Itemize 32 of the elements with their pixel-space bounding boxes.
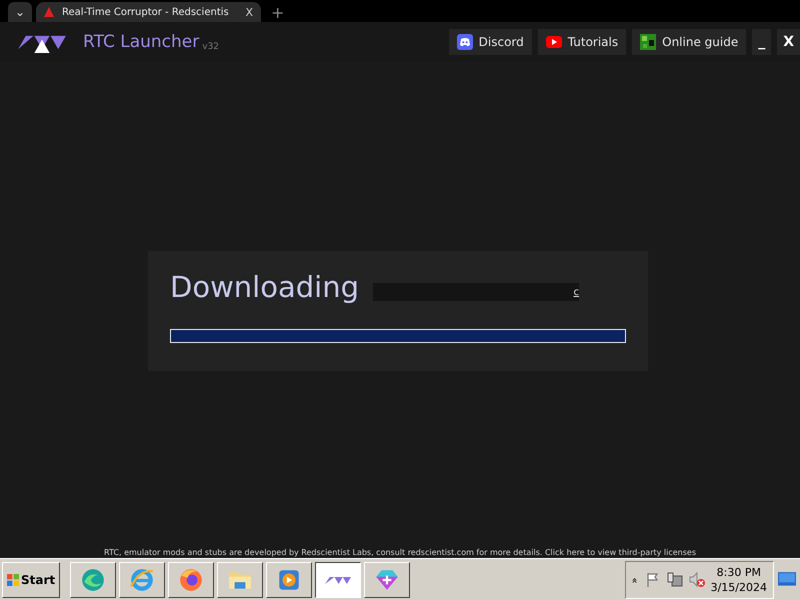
taskbar-app-button[interactable] [315, 562, 362, 598]
tab-list-button[interactable]: ⌄ [8, 2, 32, 22]
minimize-button[interactable]: _ [752, 29, 772, 55]
internet-explorer-icon [129, 567, 156, 593]
footer-text: RTC, emulator mods and stubs are developed by Redscientist Labs, consult redscientist.com for more details. Click here to view third-party licenses [104, 548, 696, 558]
muted-speaker-icon[interactable] [688, 572, 705, 588]
new-tab-button[interactable]: + [265, 4, 290, 22]
start-button[interactable]: Start [2, 562, 60, 598]
status-text: c [574, 286, 579, 298]
blocks-icon [640, 34, 656, 50]
play-icon [546, 34, 562, 50]
clock[interactable]: 8:30 PM 3/15/2024 [710, 565, 767, 595]
triangle-icon [44, 7, 54, 17]
browser-icon [80, 567, 106, 593]
youtube-button[interactable]: Tutorials [538, 29, 626, 55]
browser-tab[interactable]: Real-Time Corruptor - Redscientis X [36, 2, 261, 22]
download-title: Downloading [170, 269, 359, 305]
discord-button[interactable]: Discord [448, 29, 532, 55]
app-title: RTC Launcher [83, 32, 200, 52]
close-tab-button[interactable]: X [245, 6, 253, 18]
guide-button[interactable]: Online guide [632, 29, 746, 55]
windows-icon [7, 574, 19, 586]
discord-icon [456, 34, 473, 50]
firefox-icon [178, 567, 204, 593]
tab-title: Real-Time Corruptor - Redscientis [62, 6, 230, 18]
close-button[interactable]: X [777, 29, 800, 55]
version-label: v32 [202, 42, 220, 52]
monitor-icon[interactable] [778, 572, 796, 588]
network-icon[interactable] [666, 572, 683, 588]
flag-icon[interactable] [644, 572, 661, 588]
rtc-logo-icon [325, 576, 352, 584]
show-hidden-icons-button[interactable]: » [630, 576, 642, 584]
